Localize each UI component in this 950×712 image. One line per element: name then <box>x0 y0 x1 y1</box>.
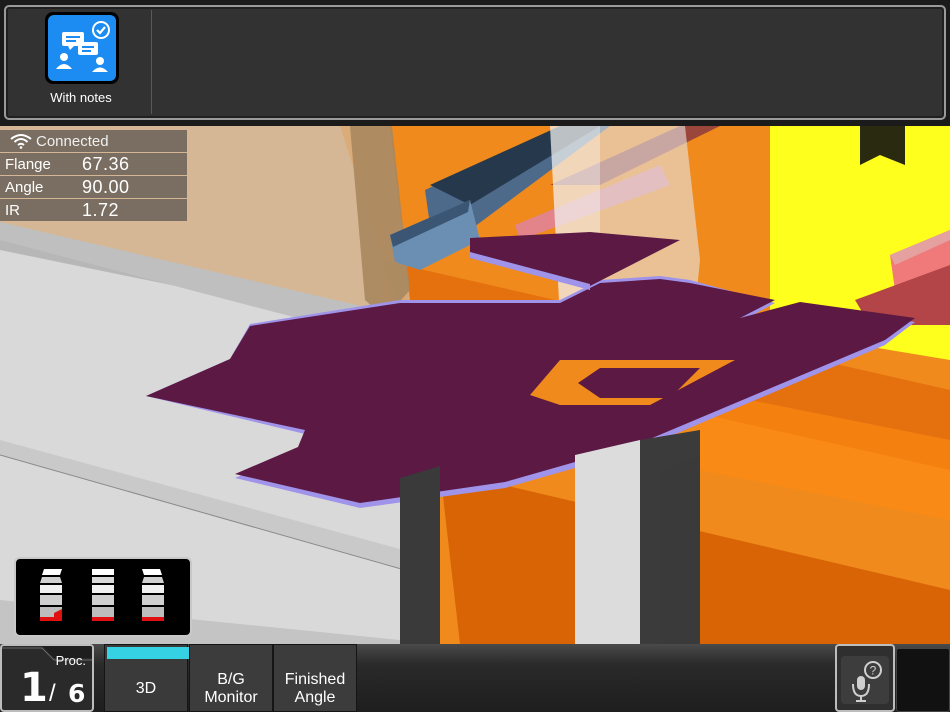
ir-label: IR <box>5 202 20 219</box>
angle-value: 90.00 <box>82 177 130 197</box>
angle-label: Angle <box>5 179 44 196</box>
flange-row: Flange 67.36 <box>0 153 187 175</box>
with-notes-button[interactable]: With notes <box>10 10 152 114</box>
process-current: 1 <box>20 665 48 711</box>
support-left <box>400 466 440 644</box>
notes-tile <box>45 12 119 84</box>
chat-notes-check-icon <box>48 15 116 81</box>
support-right <box>660 455 700 644</box>
flange-label: Flange <box>5 156 51 173</box>
support-mid <box>575 440 640 644</box>
tab-bg-line1: B/G <box>217 671 245 688</box>
wifi-icon <box>10 134 32 149</box>
tool-selector-button[interactable] <box>14 557 192 637</box>
process-header: Proc. <box>55 653 86 668</box>
tab-3d-label: 3D <box>135 680 157 697</box>
active-indicator <box>107 647 189 659</box>
connection-status: Connected <box>36 133 109 150</box>
process-total: 6 <box>68 679 86 708</box>
process-separator: / <box>49 680 56 707</box>
tab-bg-monitor[interactable]: B/G Monitor <box>189 644 273 712</box>
mic-help-icon: ? <box>841 656 889 704</box>
with-notes-label: With notes <box>50 90 112 105</box>
ir-value: 1.72 <box>82 200 120 220</box>
svg-text:?: ? <box>870 664 877 678</box>
bottom-bar: Proc. 1 / 6 3D B/G Monitor Finished Angl… <box>0 644 950 712</box>
tab-bg-line2: Monitor <box>204 689 258 706</box>
flange-value: 67.36 <box>82 154 130 174</box>
process-counter[interactable]: Proc. 1 / 6 <box>0 644 94 712</box>
mic-help-button[interactable]: ? <box>835 644 895 712</box>
tab-3d[interactable]: 3D <box>104 644 189 712</box>
tab-finished-angle[interactable]: Finished Angle <box>273 644 357 712</box>
tab-finished-line2: Angle <box>294 689 336 706</box>
tab-finished-line1: Finished <box>284 671 346 688</box>
ir-row: IR 1.72 <box>0 199 187 221</box>
angle-row: Angle 90.00 <box>0 176 187 198</box>
tool-selector-icon <box>40 569 164 621</box>
connection-row: Connected <box>0 130 187 152</box>
top-toolbar: With notes <box>0 0 950 126</box>
right-blank-button[interactable] <box>896 648 950 712</box>
